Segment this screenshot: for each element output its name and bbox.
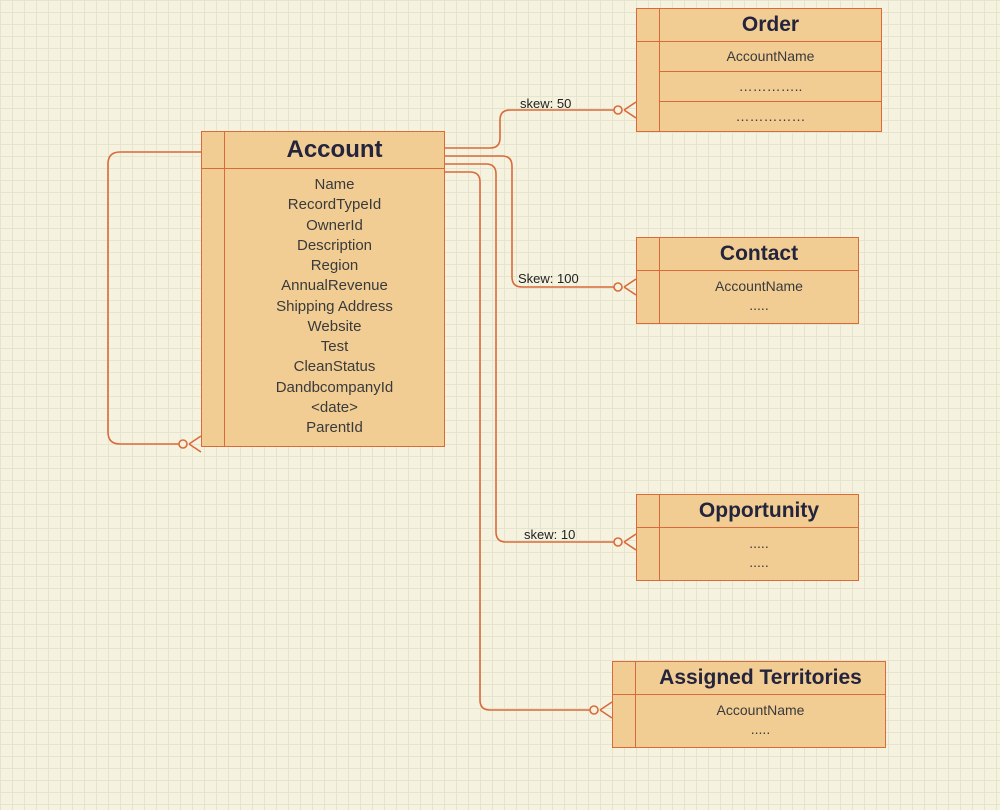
entity-account-title: Account: [225, 132, 444, 168]
entity-territories-title: Assigned Territories: [636, 662, 885, 694]
edge-account-self: [108, 152, 201, 444]
territories-attr: .....: [642, 720, 879, 739]
entity-opportunity-title: Opportunity: [660, 495, 858, 527]
entity-order[interactable]: Order AccountName ………….. ……………: [636, 8, 882, 132]
entity-contact[interactable]: Contact AccountName .....: [636, 237, 859, 324]
contact-attr: .....: [666, 296, 852, 315]
account-attr: Region: [231, 256, 438, 276]
account-attr: <date>: [231, 398, 438, 418]
entity-opportunity-attrs: ..... .....: [660, 528, 858, 580]
edge-opportunity-crowfoot: [624, 534, 636, 550]
edge-contact-crowfoot: [624, 279, 636, 295]
entity-account[interactable]: Account Name RecordTypeId OwnerId Descri…: [201, 131, 445, 447]
entity-opportunity[interactable]: Opportunity ..... .....: [636, 494, 859, 581]
entity-order-attrs: AccountName ………….. ……………: [660, 42, 881, 131]
entity-order-title: Order: [660, 9, 881, 41]
account-attr: AnnualRevenue: [231, 276, 438, 296]
opportunity-attr: .....: [666, 534, 852, 553]
account-attr: Description: [231, 236, 438, 256]
account-attr: Website: [231, 317, 438, 337]
contact-attr: AccountName: [666, 277, 852, 296]
account-attr: ParentId: [231, 418, 438, 438]
edge-territories-crowfoot: [600, 702, 612, 718]
account-attr: Name: [231, 175, 438, 195]
edge-account-territories: [445, 172, 594, 710]
order-attr: ……………: [660, 101, 881, 131]
account-attr: OwnerId: [231, 216, 438, 236]
order-attr: …………..: [660, 71, 881, 101]
edge-order-crowfoot: [624, 102, 636, 118]
edge-self-endpoint-circle: [179, 440, 187, 448]
edge-label-contact: Skew: 100: [518, 271, 579, 286]
edge-label-opportunity: skew: 10: [524, 527, 575, 542]
entity-contact-title: Contact: [660, 238, 858, 270]
edge-self-crowfoot: [189, 436, 201, 452]
edge-account-order: [445, 110, 618, 148]
account-attr: RecordTypeId: [231, 195, 438, 215]
entity-contact-attrs: AccountName .....: [660, 271, 858, 323]
diagram-canvas: skew: 50 Skew: 100 skew: 10 Account Name…: [0, 0, 1000, 810]
edge-contact-endpoint-circle: [614, 283, 622, 291]
edge-order-endpoint-circle: [614, 106, 622, 114]
entity-territories-attrs: AccountName .....: [636, 695, 885, 747]
opportunity-attr: .....: [666, 553, 852, 572]
edge-account-opportunity: [445, 164, 618, 542]
edge-account-contact: [445, 156, 618, 287]
territories-attr: AccountName: [642, 701, 879, 720]
edge-territories-endpoint-circle: [590, 706, 598, 714]
account-attr: DandbcompanyId: [231, 378, 438, 398]
account-attr: Shipping Address: [231, 297, 438, 317]
entity-account-attrs: Name RecordTypeId OwnerId Description Re…: [225, 169, 444, 446]
edge-label-order: skew: 50: [520, 96, 571, 111]
order-attr: AccountName: [660, 42, 881, 71]
entity-territories[interactable]: Assigned Territories AccountName .....: [612, 661, 886, 748]
edge-opportunity-endpoint-circle: [614, 538, 622, 546]
account-attr: CleanStatus: [231, 357, 438, 377]
account-attr: Test: [231, 337, 438, 357]
